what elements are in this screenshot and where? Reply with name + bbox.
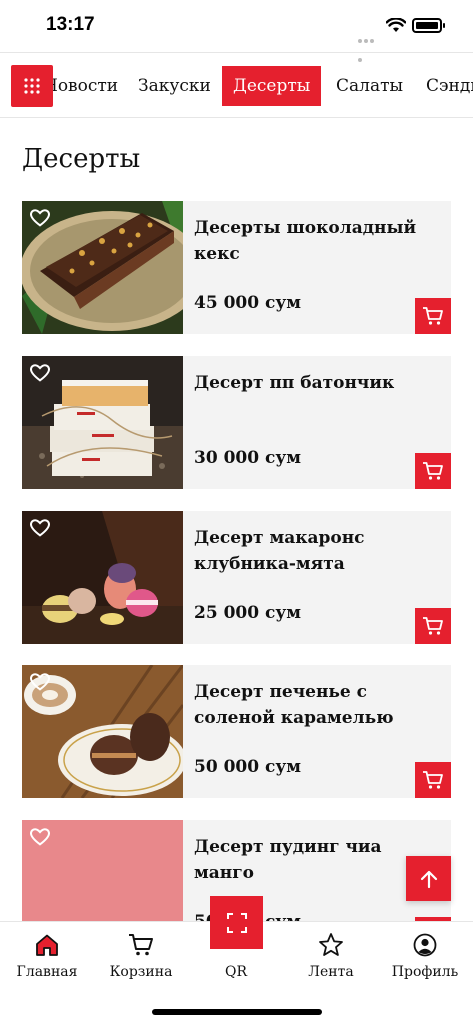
wifi-icon	[386, 18, 406, 32]
add-to-cart-button[interactable]	[415, 762, 451, 798]
tab-desserts[interactable]: Десерты	[222, 66, 322, 106]
nav-profile[interactable]: Профиль	[380, 932, 470, 980]
page-title: Десерты	[22, 144, 141, 174]
heart-icon[interactable]	[30, 364, 50, 382]
product-card[interactable]: Десерт пп батончик 30 000 сум	[22, 356, 451, 489]
cart-icon	[423, 617, 443, 635]
menu-grid-button[interactable]	[11, 65, 53, 107]
heart-icon[interactable]	[30, 209, 50, 227]
nav-cart[interactable]: Корзина	[96, 932, 186, 980]
product-name: Десерт пп батончик	[194, 373, 395, 393]
nav-qr-label: QR	[224, 964, 248, 980]
add-to-cart-button[interactable]	[415, 608, 451, 644]
heart-icon[interactable]	[30, 673, 50, 691]
product-name: Десерт макаронс клубника-мята	[194, 528, 365, 574]
add-to-cart-button[interactable]	[415, 453, 451, 489]
nav-profile-label: Профиль	[391, 964, 459, 980]
star-icon	[319, 933, 343, 956]
product-name: Десерты шоколадный кекс	[194, 218, 417, 264]
heart-icon[interactable]	[30, 519, 50, 537]
product-card[interactable]: Десерт печенье с соленой карамелью 50 00…	[22, 665, 451, 798]
battery-icon	[412, 18, 445, 33]
home-indicator	[152, 1009, 322, 1015]
product-card[interactable]: Десерт макаронс клубника-мята 25 000 сум	[22, 511, 451, 644]
category-tabs: Новости Закуски Десерты Салаты Сэндвичи	[0, 52, 473, 118]
status-time: 13:17	[46, 14, 95, 35]
cart-icon	[423, 771, 443, 789]
menu-grid-icon	[24, 78, 40, 94]
home-icon	[36, 934, 58, 956]
nav-home-label: Главная	[16, 964, 78, 980]
product-price: 45 000 сум	[194, 293, 301, 313]
nav-cart-label: Корзина	[109, 964, 173, 980]
tab-sandwiches[interactable]: Сэндвичи	[415, 66, 473, 106]
cart-icon	[129, 934, 153, 956]
tab-salads[interactable]: Салаты	[325, 66, 414, 106]
product-price: 30 000 сум	[194, 448, 301, 468]
profile-icon	[413, 933, 437, 957]
cart-icon	[423, 462, 443, 480]
heart-icon[interactable]	[30, 828, 50, 846]
signal-icon	[358, 28, 380, 62]
status-bar: 13:17	[0, 0, 473, 62]
nav-feed[interactable]: Лента	[286, 932, 376, 980]
qr-scan-icon	[226, 912, 247, 933]
product-name: Десерт печенье с соленой карамелью	[194, 682, 394, 728]
nav-feed-label: Лента	[308, 964, 354, 980]
tab-snacks[interactable]: Закуски	[127, 66, 222, 106]
arrow-up-icon	[420, 870, 437, 888]
cart-icon	[423, 307, 443, 325]
product-card[interactable]: Десерты шоколадный кекс 45 000 сум	[22, 201, 451, 334]
add-to-cart-button[interactable]	[415, 298, 451, 334]
product-price: 50 000 сум	[194, 757, 301, 777]
product-price: 25 000 сум	[194, 603, 301, 623]
qr-scan-button[interactable]	[210, 896, 263, 949]
nav-home[interactable]: Главная	[2, 932, 92, 980]
scroll-to-top-button[interactable]	[406, 856, 451, 901]
